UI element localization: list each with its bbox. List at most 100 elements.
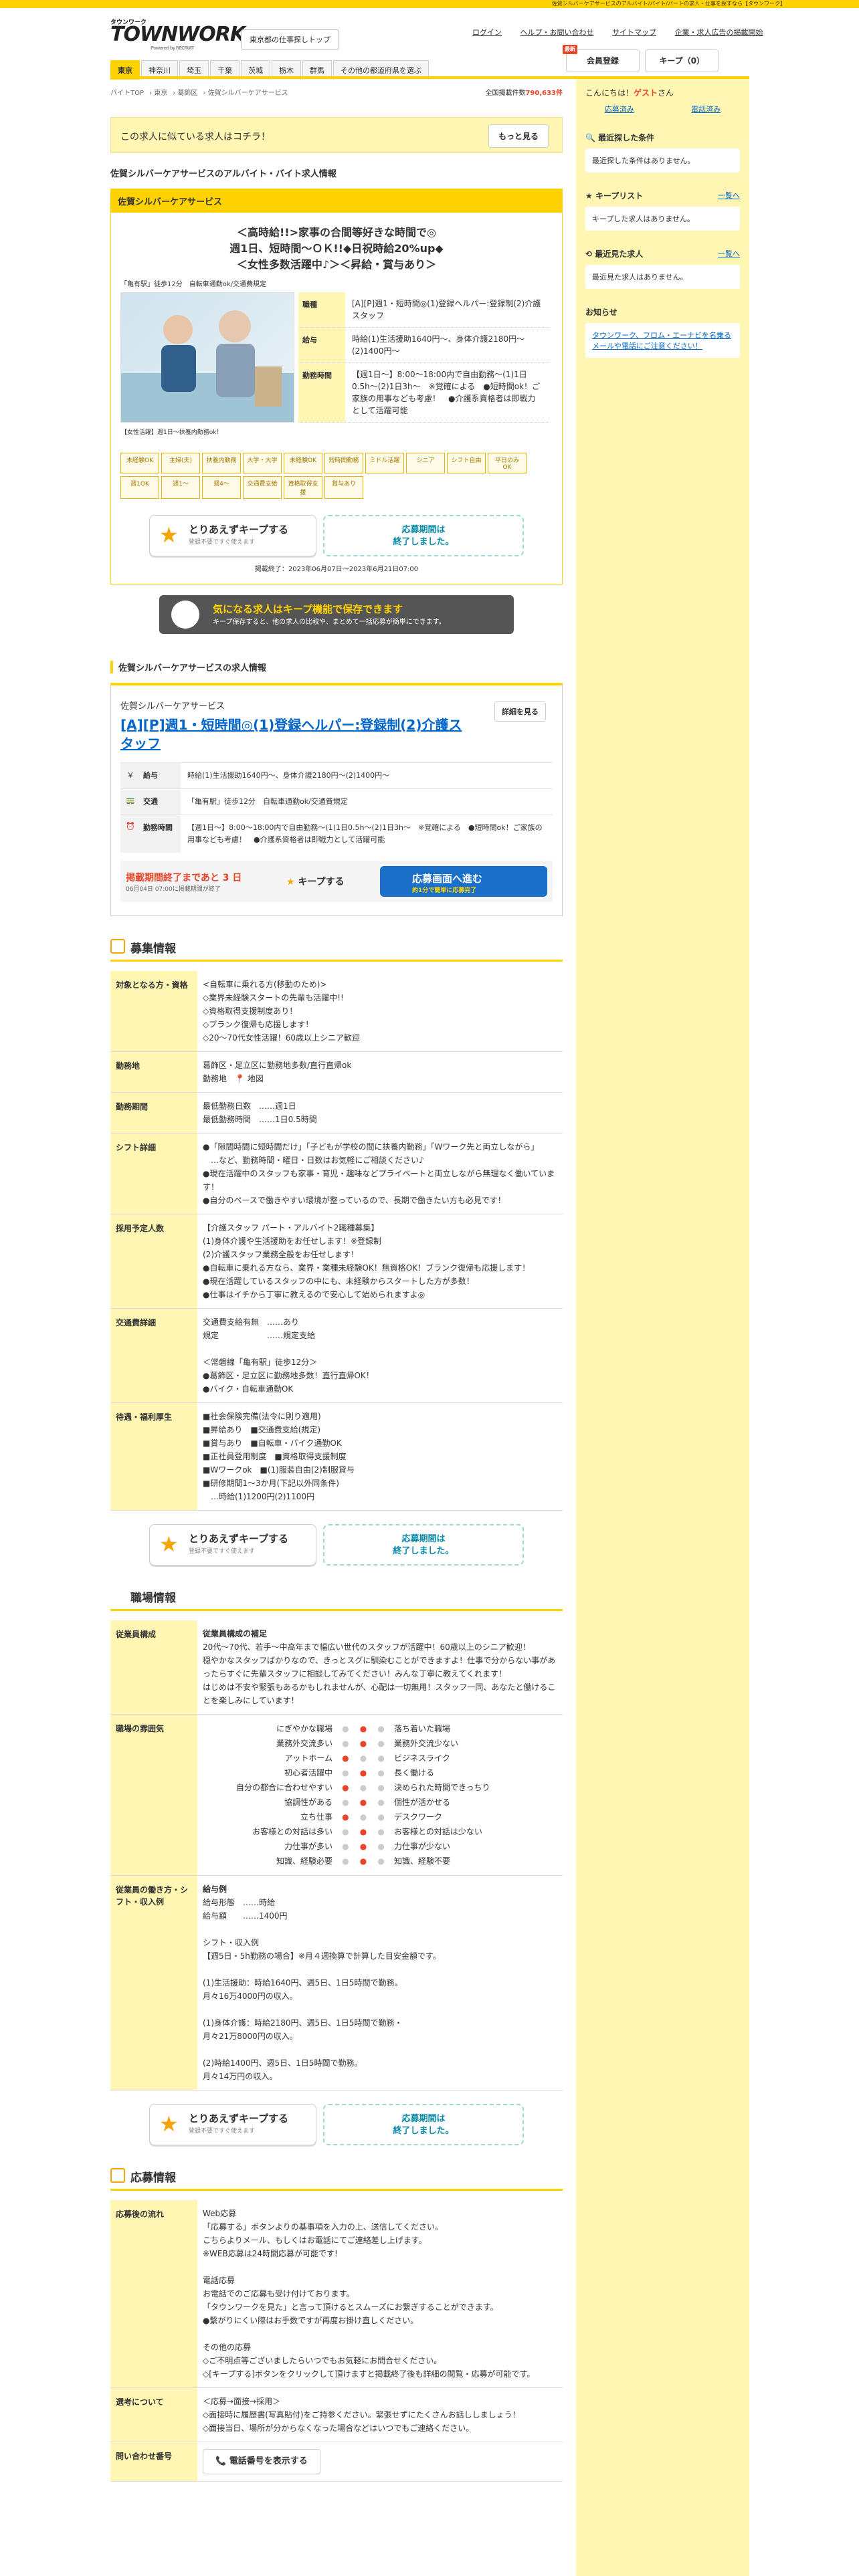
recent-jobs-empty: 最近見た求人はありません。 <box>585 265 740 289</box>
keep-button[interactable]: キープ（0） <box>645 49 719 72</box>
scale-dots: ● ● ● <box>337 1796 390 1809</box>
main-content: バイトTOP › 東京 › 葛飾区 › 佐賀シルバーケアサービス 全国掲載件数790,… <box>110 87 563 2482</box>
application-closed-notice: 応募期間は 終了しました。 <box>323 515 524 556</box>
row-line: ■研修期間1～3か月(下記以外同条件) <box>203 1479 339 1488</box>
keep-link[interactable]: ★ キープする <box>286 875 380 888</box>
keep-for-now-button[interactable]: ★ とりあえずキープする 登録不要ですぐ使えます <box>149 2104 316 2145</box>
publication-period: 掲載終了：2023年06月07日～2023年6月21日07:00 <box>254 566 419 573</box>
keep-title: とりあえずキープする <box>189 524 289 536</box>
scale-dot-icon: ● <box>359 1856 367 1866</box>
keep-for-now-button[interactable]: ★ とりあえずキープする 登録不要ですぐ使えます <box>149 515 316 556</box>
logo-text: TOWNWORK <box>110 23 246 46</box>
job-company: 佐賀シルバーケアサービス <box>120 702 225 712</box>
detail-button[interactable]: 詳細を見る <box>494 702 546 722</box>
row-line: ◇ブランク復帰も応援します！ <box>203 1020 314 1029</box>
crumb-katsushika[interactable]: 葛飾区 <box>177 90 197 97</box>
recruit-heading: 募集情報 <box>110 939 563 962</box>
scale-dot-icon: ● <box>377 1842 385 1851</box>
row-value: 【介護スタッフ パート・アルバイト2職種募集】 (1)身体介護や生活援助をお任せし… <box>197 1214 563 1308</box>
info-value: 時給(1)生活援助1640円～、身体介護2180円～(2)1400円～ <box>352 334 525 356</box>
sitemap-link[interactable]: サイトマップ <box>612 28 656 37</box>
row-line <box>203 1923 557 1936</box>
scale-right: ビジネスライク <box>394 1753 450 1763</box>
keep-for-now-button[interactable]: ★ とりあえずキープする 登録不要ですぐ使えます <box>149 1524 316 1566</box>
info-row: 給与 時給(1)生活援助1640円～、身体介護2180円～(2)1400円～ <box>298 328 549 363</box>
scale-right: 落ち着いた職場 <box>394 1724 451 1733</box>
closed-line: 終了しました。 <box>393 2126 454 2136</box>
row-line: 規定 ……規定支給 <box>203 1331 316 1340</box>
scale-dot-icon: ● <box>359 1724 367 1733</box>
row-line: 「タウンワークを見た」と言って頂けるとスムーズにお繋ぎすることができます。 <box>203 2302 498 2312</box>
scale-dot-icon: ● <box>342 1739 349 1748</box>
notice-link[interactable]: タウンワーク、フロム・エーナビを名乗るメールや電話にご注意ください！ <box>592 331 731 350</box>
scale-left: アットホーム <box>284 1753 332 1763</box>
more-button[interactable]: もっと見る <box>488 124 549 148</box>
scale-row: 業務外交流多い ● ● ● 業務外交流少ない <box>203 1736 557 1751</box>
scale-dot-icon: ● <box>342 1798 349 1807</box>
apply-button[interactable]: 応募画面へ進む 約1分で簡単に応募完了 <box>380 866 547 897</box>
applied-link[interactable]: 応募済み <box>605 104 634 114</box>
crumb-tokyo[interactable]: 東京 <box>154 90 167 97</box>
atmosphere-scale: にぎやかな職場 ● ● ● 落ち着いた職場 業務外交流多い ● ● ● 業務外交流少ない アットホー… <box>203 1721 557 1868</box>
document-icon <box>110 939 125 954</box>
star-icon: ★ <box>286 877 298 887</box>
recent-jobs-link[interactable]: 一覧へ <box>718 248 740 259</box>
row-line: 穏やかなスタッフばかりなので、きっとスグに馴染むことができますよ！仕事で分からな… <box>203 1656 556 1679</box>
register-button[interactable]: 最新 会員登録 <box>563 45 640 72</box>
company-link[interactable]: 企業・求人広告の掲載開始 <box>675 28 763 37</box>
help-link[interactable]: ヘルプ・お問い合わせ <box>520 28 594 37</box>
catch-line: 週1日、短時間～ＯＫ!!◆日祝時給20%up◆ <box>229 242 444 255</box>
sidebar: こんにちは！ゲストさん 応募済み 電話済み 🔍 最近探した条件 最近探した条件はあ… <box>576 79 749 2576</box>
feature-tag: シフト自由 <box>447 453 486 473</box>
phone-icon: 📞 <box>215 2456 229 2466</box>
workplace-heading: 職場情報 <box>110 1588 563 1611</box>
row-value: 📞 電話番号を表示する <box>197 2442 563 2481</box>
info-row: 選考について ＜応募→面接→採用＞ ◇面接時に履歴書(写真貼付)をご持参ください。緊… <box>110 2388 563 2442</box>
show-phone-button[interactable]: 📞 電話番号を表示する <box>203 2449 320 2474</box>
scale-left: 協調性がある <box>284 1798 332 1807</box>
row-line: (2)時給1400円、週5日、1日5時間で勤務。 <box>203 2058 363 2068</box>
row-key: 勤務地 <box>110 1052 197 1092</box>
catch-copy: ＜高時給!!>家事の合間等好きな時間で◎ 週1日、短時間～ＯＫ!!◆日祝時給20… <box>111 213 562 277</box>
row-key: 応募後の流れ <box>110 2200 197 2387</box>
scale-left: 初心者活躍中 <box>284 1768 332 1778</box>
similar-jobs-banner[interactable]: この求人に似ている求人はコチラ！ もっと見る <box>110 117 563 153</box>
crumb-top[interactable]: バイトTOP <box>110 90 144 97</box>
catch-line: ＜高時給!!>家事の合間等好きな時間で◎ <box>237 226 436 239</box>
info-row: 対象となる方・資格 <自転車に乗れる方(移動のため)> ◇業界未経験スタートの先輩も… <box>110 971 563 1052</box>
login-link[interactable]: ログイン <box>472 28 502 37</box>
feature-tag: 未経験OK <box>284 453 322 473</box>
scale-dot-icon: ● <box>342 1783 349 1792</box>
scale-row: 協調性がある ● ● ● 個性が活かせる <box>203 1795 557 1810</box>
row-line: ■Wワークok ■(1)服装自由(2)制服貸与 <box>203 1465 355 1475</box>
row-line: ■社会保険完備(法令に則り適用) <box>203 1412 321 1421</box>
called-link[interactable]: 電話済み <box>691 104 721 114</box>
row-line: 「応募する」ボタンよりの基事項を入力の上、送信してください。 <box>203 2222 444 2232</box>
area-top-button[interactable]: 東京都の仕事探しトップ <box>241 29 339 49</box>
feature-tag: 週1OK <box>120 476 159 499</box>
keep-list-link[interactable]: 一覧へ <box>718 190 740 201</box>
job-title-link[interactable]: [A][P]週1・短時間◎(1)登録ヘルパー:登録制(2)介護スタッフ <box>120 716 468 753</box>
notice-body: タウンワーク、フロム・エーナビを名乗るメールや電話にご注意ください！ <box>585 323 740 358</box>
deadline-sub: 06月04日 07:00に掲載期間が終了 <box>126 885 221 893</box>
scale-right: 個性が活かせる <box>394 1798 451 1807</box>
row-line: ●自分のペースで働きやすい環境が整っているので、長期で働きたい方も必見です！ <box>203 1196 506 1205</box>
scale-dots: ● ● ● <box>337 1825 390 1838</box>
job-row-salary: ￥ 給与 時給(1)生活援助1640円～、身体介護2180円～(2)1400円～ <box>120 762 553 788</box>
greeting: こんにちは！ゲストさん <box>576 79 749 98</box>
row-line: …など、勤務時間・曜日・日数はお気軽にご相談ください♪ <box>203 1156 424 1165</box>
row-line: 月々21万8000円の収入。 <box>203 2032 298 2041</box>
row-line: シフト・収入例 <box>203 1938 260 1947</box>
logo[interactable]: タウンワーク TOWNWORK Powered by RECRUIT <box>110 19 246 51</box>
row-line: 給与例 <box>203 1885 227 1894</box>
info-row: 勤務地 葛飾区・足立区に勤務地多数/直行直帰ok 勤務地 📍 地図 <box>110 1052 563 1093</box>
catch-line: ＜女性多数活躍中♪＞＜昇給・賞与あり＞ <box>236 258 437 271</box>
row-line: (1)身体介護：時給2180円、週5日、1日5時間で勤務・ <box>203 2018 403 2028</box>
scale-right: 決められた時間できっちり <box>394 1783 490 1792</box>
row-key: 職場の雰囲気 <box>110 1715 197 1875</box>
feature-tag: 平日のみOK <box>488 453 527 473</box>
scale-left: 力仕事が多い <box>284 1842 332 1851</box>
row-line: ◇業界未経験スタートの先輩も活躍中!! <box>203 993 344 1002</box>
recruit-heading-text: 募集情報 <box>130 942 176 956</box>
row-line: 月々14万円の収入。 <box>203 2072 278 2081</box>
